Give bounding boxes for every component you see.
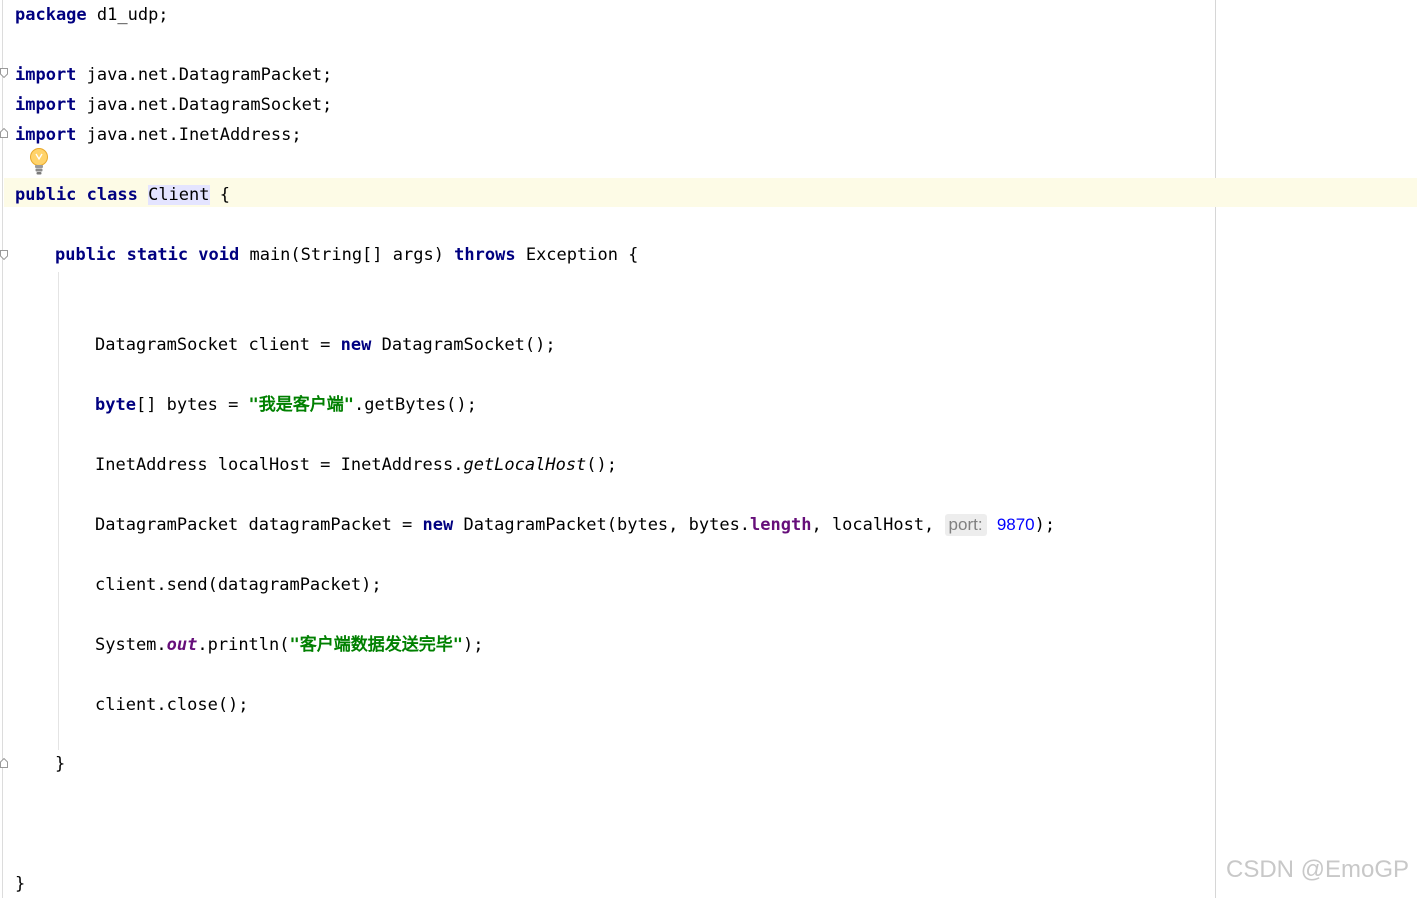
code-line-method-close: } [55,752,65,776]
right-margin-guide [1215,0,1216,898]
code-text: DatagramPacket(bytes, bytes. [453,515,751,535]
code-line-packet: DatagramPacket datagramPacket = new Data… [95,513,1055,537]
code-line-close: client.close(); [95,693,249,717]
code-text: , localHost, [811,515,945,535]
number-literal: 9870 [996,515,1035,534]
code-text: main(String[] args) [239,245,455,265]
string-literal: "客户端数据发送完毕" [289,635,463,655]
code-line-main-declaration: public static void main(String[] args) t… [55,243,638,267]
code-text: .println( [197,635,290,655]
code-text: java.net.DatagramPacket; [76,65,333,85]
keyword: public class [15,185,138,205]
code-text: { [209,185,230,205]
string-literal: "我是客户端" [248,395,355,415]
code-line-socket: DatagramSocket client = new DatagramSock… [95,333,556,357]
code-line-class-close: } [15,872,25,896]
code-line-import: import java.net.DatagramSocket; [15,93,332,117]
fold-method-start-icon[interactable] [0,250,8,260]
code-text: InetAddress localHost = InetAddress. [95,455,464,475]
closing-brace: } [15,874,26,894]
parameter-hint: port: [944,514,987,536]
static-field-reference: out [166,635,198,655]
class-name: Client [148,185,210,205]
field-reference: length [750,515,812,535]
code-line-localhost: InetAddress localHost = InetAddress.getL… [95,453,617,477]
keyword: package [15,5,87,25]
code-text: DatagramSocket(); [371,335,556,355]
keyword: throws [454,245,516,265]
keyword: import [15,125,77,145]
keyword: byte [95,395,136,415]
code-text: DatagramSocket client = [95,335,341,355]
fold-method-end-icon[interactable] [0,758,8,768]
code-line-println: System.out.println("客户端数据发送完毕"); [95,633,483,657]
code-text: System. [95,635,167,655]
code-text: Exception { [515,245,639,265]
code-text: ); [462,635,484,655]
static-method-call: getLocalHost [463,455,587,475]
keyword: import [15,65,77,85]
code-text: DatagramPacket datagramPacket = [95,515,423,535]
code-text: java.net.DatagramSocket; [76,95,333,115]
keyword: new [340,335,372,355]
code-text: client.close(); [95,695,249,715]
code-text: client.send(datagramPacket); [95,575,382,595]
fold-import-end-icon[interactable] [0,128,8,138]
code-editor[interactable]: package d1_udp; import java.net.Datagram… [0,0,1417,898]
code-line-class-declaration: public class Client { [15,183,230,207]
code-text: ); [1034,515,1056,535]
code-line-package: package d1_udp; [15,3,169,27]
lightbulb-icon[interactable] [28,147,50,177]
closing-brace: } [55,754,66,774]
code-text: java.net.InetAddress; [76,125,302,145]
keyword: public static void [55,245,240,265]
code-line-send: client.send(datagramPacket); [95,573,382,597]
keyword: import [15,95,77,115]
code-text: [] bytes = [135,395,249,415]
keyword: new [422,515,454,535]
fold-import-start-icon[interactable] [0,68,8,78]
code-text: d1_udp; [86,5,169,25]
watermark: CSDN @EmoGP [1226,856,1410,883]
code-text: (); [586,455,618,475]
code-line-import: import java.net.InetAddress; [15,123,302,147]
indent-guide [58,272,59,750]
code-line-import: import java.net.DatagramPacket; [15,63,332,87]
code-text: .getBytes(); [354,395,477,415]
code-line-bytes: byte[] bytes = "我是客户端".getBytes(); [95,393,477,417]
